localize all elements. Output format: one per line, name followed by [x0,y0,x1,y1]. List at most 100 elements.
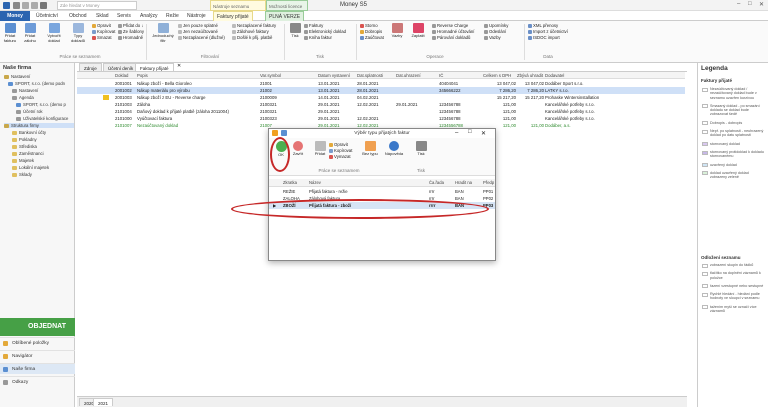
undo-icon[interactable] [22,2,29,9]
col-nazev[interactable]: Název [309,179,321,187]
no-type-button[interactable]: Bez typu [362,141,378,157]
tree-item[interactable]: Majetek [12,158,34,163]
tree-item[interactable]: Agenda [12,95,34,100]
tree-item-selected[interactable]: Struktura firmy [4,123,74,128]
simple-filter-button[interactable]: Jednoduchý filtr [150,23,176,43]
close-tab-icon[interactable]: ✕ [177,63,181,69]
tree-item[interactable]: Nastavení [4,74,30,79]
tree-item[interactable]: SPORT, s.r.o. (demo podn [8,81,65,86]
col-varsymbol[interactable]: Var.symbol [260,72,281,79]
col-dodavatel[interactable]: Dodavatel [545,72,564,79]
tree-item[interactable]: Zaměstnanci [12,151,44,156]
col-predpis[interactable]: Předp [483,179,494,187]
tree-item[interactable]: Nastavení [12,88,38,93]
save-icon[interactable] [13,2,20,9]
dialog-delete-button[interactable]: Vymazat [329,154,352,160]
tree-item[interactable]: Bankovní účty [12,130,46,135]
nav-navigator[interactable]: Navigátor [0,350,75,361]
add-advance-button[interactable]: Přidat zálohu [22,23,38,43]
tab-nastroje[interactable]: Nástroje [184,11,209,21]
dialog-print-button[interactable]: Tisk [413,141,429,157]
col-zbyva[interactable]: Zbývá uhradit [517,72,543,79]
delete-button[interactable]: Smazat [92,35,115,41]
col-doklad[interactable]: Doklad [115,72,128,79]
nav-our-company[interactable]: Naše firma [0,363,75,374]
add-invoice-button[interactable]: Přidat fakturu [2,23,18,43]
add-button[interactable]: Přidat [312,141,328,157]
order-button[interactable]: OBJEDNAT [0,318,75,336]
tab-rezie[interactable]: Režie [163,11,182,21]
tree-item[interactable]: Střediska [12,144,37,149]
close-icon[interactable]: ✕ [759,1,764,8]
create-document-button[interactable]: Vytvořit doklad [44,23,64,43]
col-datum-vystaveni[interactable]: Datum vystavení [318,72,350,79]
bulk-button[interactable]: Hromadně [118,35,144,41]
col-cis-rada[interactable]: Ča.řada [429,179,444,187]
col-dat-splatnosti[interactable]: Dat.splatnosti [357,72,383,79]
year-tab-2021[interactable]: 2021 [93,398,114,406]
dialog-maximize-icon[interactable]: □ [468,129,472,135]
nav-links[interactable]: Odkazy [0,376,75,387]
pay-button[interactable]: Zaplatit [410,23,426,39]
links-big-button[interactable]: Vazby [389,23,405,39]
dialog-minimize-icon[interactable]: – [455,130,458,136]
search-input[interactable]: Zde hledat v Money [57,1,137,10]
help-button[interactable]: Nápověda [384,141,404,157]
col-dat-uhrazeni[interactable]: Dat.uhrazení [396,72,421,79]
table-row[interactable]: 2101003 Záloha 2100321 29.01.2021 12.02.2021… [77,101,685,108]
legend-item: Dobropis - dobropis [702,121,766,126]
table-row[interactable]: 2001002 Nákup materiálu pro výrobu 21002 13… [77,87,685,94]
post-button[interactable]: Zaúčtovat [360,35,384,41]
tab-sklad[interactable]: Sklad [93,11,112,21]
minimize-icon[interactable]: – [737,1,740,7]
tree-item[interactable]: Pokladny [12,137,37,142]
legend-text: uzavřený doklad [710,162,737,167]
tab-ucetnictvi[interactable]: Účetnictví [33,11,61,21]
col-hradit-na[interactable]: Hradit na [455,179,472,187]
print-button[interactable]: Tisk [287,23,303,39]
filter-unpaid[interactable]: Nezaplacené (dlužné) [178,35,225,41]
tree-item[interactable]: Účetní rok [16,109,43,114]
document-types-button[interactable]: Typy dokladů [70,23,86,43]
tab-faktury-prijate[interactable]: Faktury přijaté [213,11,253,21]
tab-zdroje[interactable]: Zdroje [79,63,102,71]
dialog-close-icon[interactable]: ✕ [481,130,486,137]
tree-item[interactable]: SPORT, s.r.o. (demo p [16,102,66,107]
pairing-button[interactable]: Párování dokladů [432,35,475,41]
col-celkem[interactable]: Celkem s DPH [483,72,511,79]
links-button[interactable]: Vazby [484,35,508,41]
tree-item[interactable]: Sklady [12,172,32,177]
col-zkratka[interactable]: Zkratka [283,179,297,187]
nav-favorites[interactable]: Oblíbené položky [0,337,75,348]
tab-obchod[interactable]: Obchod [66,11,90,21]
close-button[interactable]: Zavřít [290,141,306,157]
table-row[interactable]: 2001001 Nákup zboží - Bella Gioroleo 21001… [77,80,685,87]
dialog-row[interactable]: REŽIE Přijatá faktura - režie rrrr BAN PP01 [269,188,495,195]
legend-text: stornovaný doklad [710,141,740,146]
table-cell: 14.01.2021 [318,95,340,100]
legend-text: Nezaúčtovaný doklad / nezaúčtovaný dokla… [710,87,757,100]
tab-plna-verze[interactable]: PLNÁ VERZE [265,11,305,21]
tab-analyzy[interactable]: Analýzy [137,11,161,21]
table-row[interactable]: 2101000 Vyúčtovací faktura 2100323 29.01.20… [77,115,685,122]
no-type-icon [364,141,376,151]
table-row[interactable]: 2101004 Daňový doklad k přijaté platbě (z… [77,108,685,115]
filter-received-payment[interactable]: Došlé k přij. platbě [232,35,276,41]
col-ic[interactable]: IČ [439,72,443,79]
filter-icon[interactable] [40,2,47,9]
tab-servis[interactable]: Servis [114,11,134,21]
tab-faktury-prijate-doc[interactable]: Faktury přijaté [135,63,174,71]
redo-icon[interactable] [31,2,38,9]
tree-item[interactable]: Lokální majetek [12,165,49,170]
tree-item[interactable]: Uživatelské konfigurace [16,116,68,121]
legend-swatch-icon [702,142,708,147]
legend-item: řazení vzestupné nebo sestupné [702,284,766,289]
col-popis[interactable]: Popis [137,72,148,79]
dialog-filter-icon[interactable] [281,130,287,136]
tab-ucetni-denik[interactable]: Účetní deník [103,63,139,71]
table-row[interactable]: 2001003 Nákup zboží z EU - Reverse charge… [77,94,685,101]
tab-money[interactable]: Money [0,11,30,21]
maximize-icon[interactable]: □ [748,1,752,7]
isdoc-import-button[interactable]: ISDOC import [528,35,568,41]
print-invoice-book[interactable]: Kniha faktur [304,35,346,41]
